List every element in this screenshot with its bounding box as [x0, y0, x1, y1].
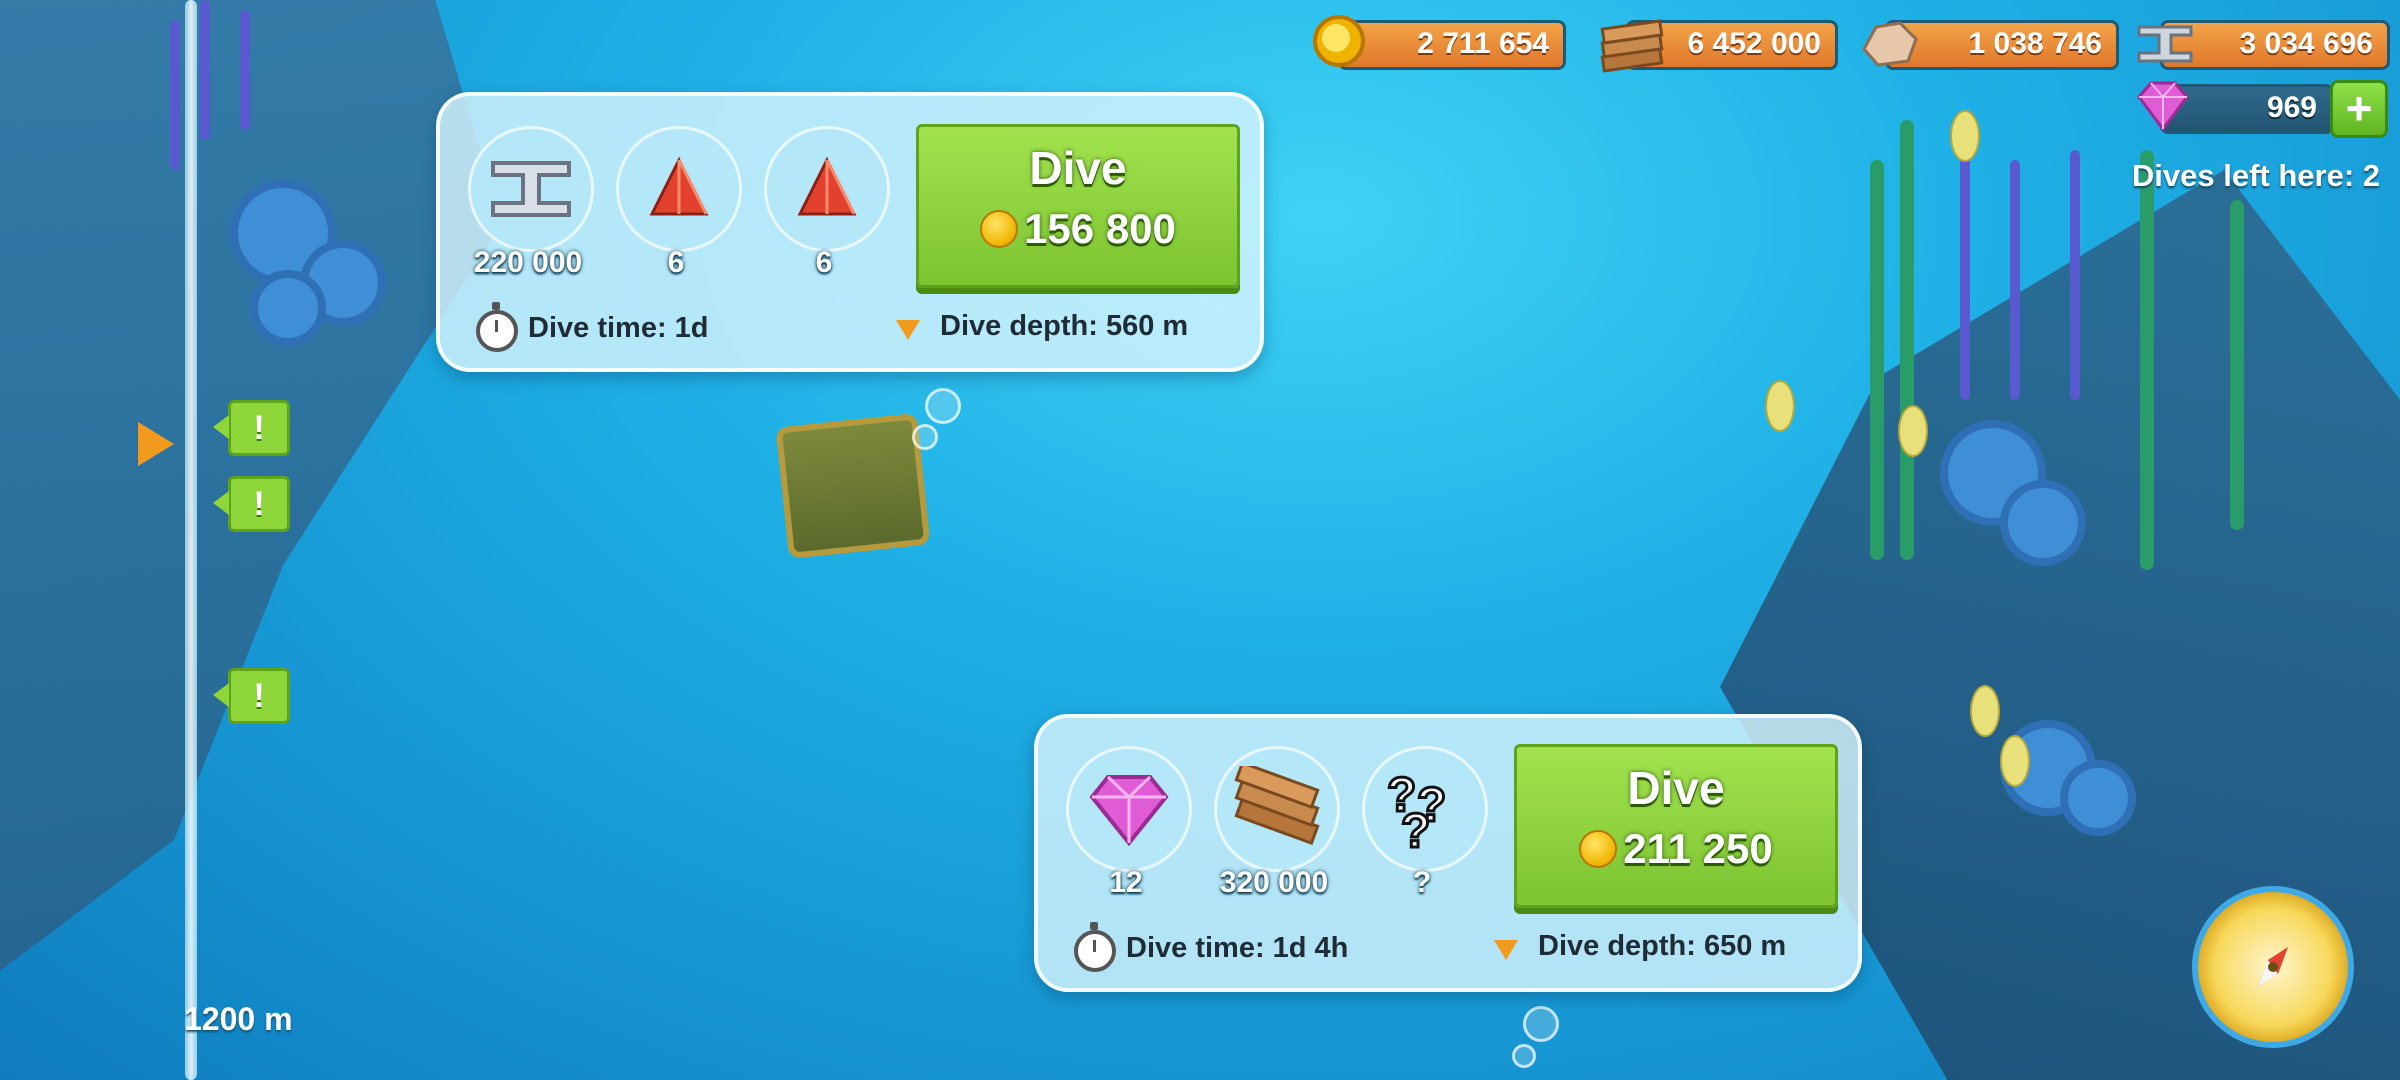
coin-icon: [1309, 9, 1379, 79]
wood-counter[interactable]: 6 452 000: [1600, 19, 1838, 73]
fish: [1898, 405, 1928, 457]
compass-button[interactable]: [2192, 886, 2354, 1048]
reward-slot: [1066, 746, 1192, 872]
reward-amount: 320 000: [1219, 866, 1329, 899]
dive-time: Dive time: 1d 4h: [1126, 932, 1349, 964]
bubble: [1523, 1006, 1559, 1042]
reward-slot: [468, 126, 594, 252]
depth-triangle-icon: [1494, 940, 1518, 960]
dives-left-text: Dives left here: 2: [2131, 158, 2380, 193]
steel-counter[interactable]: 3 034 696: [2137, 20, 2390, 70]
dive-marker-exclamation-icon[interactable]: !: [213, 668, 290, 724]
dive-panel-1: 220 000 6 6 Dive 156 800 Dive time: 1d D…: [436, 92, 1264, 372]
reward-amount: 220 000: [473, 246, 583, 279]
reward-slot: ? ? ?: [1362, 746, 1488, 872]
dive-panel-2: 12 320 000 ? ? ? ? Dive 211 250 Dive tim…: [1034, 714, 1862, 992]
coral: [2000, 480, 2086, 566]
dive-cost-value: 211 250: [1623, 825, 1773, 872]
depth-gauge: [185, 0, 197, 1080]
coins-counter[interactable]: 2 711 654: [1313, 15, 1566, 70]
dive-button[interactable]: Dive 156 800: [916, 124, 1240, 288]
fish: [1765, 380, 1795, 432]
coin-icon: [980, 210, 1019, 248]
fish: [1970, 685, 2000, 737]
wood-planks-icon: [1234, 766, 1320, 846]
reward-amount: 6: [815, 246, 833, 279]
dive-depth: Dive depth: 560 m: [940, 310, 1189, 342]
reward-slot: [764, 126, 890, 252]
reward-slot: [616, 126, 742, 252]
steel-beam-icon: [2131, 9, 2201, 79]
coins-value: 2 711 654: [1417, 27, 1549, 60]
seaweed: [2010, 160, 2020, 400]
reward-slot: [1214, 746, 1340, 872]
gems-counter[interactable]: 969: [2137, 81, 2334, 134]
seaweed: [2230, 200, 2244, 530]
coin-icon: [1579, 830, 1618, 868]
coral: [250, 270, 326, 346]
wood-planks-icon: [1597, 9, 1667, 79]
depth-triangle-icon: [896, 320, 920, 340]
seaweed: [2070, 150, 2080, 400]
dive-marker-exclamation-icon[interactable]: !: [213, 476, 290, 532]
stopwatch-icon: [1074, 922, 1116, 972]
seaweed: [2140, 150, 2154, 570]
dive-cost-value: 156 800: [1024, 205, 1176, 252]
add-gems-button[interactable]: +: [2330, 80, 2388, 138]
fish: [2000, 735, 2030, 787]
mystery-icon: ? ? ?: [1386, 768, 1448, 858]
seaweed: [1900, 120, 1914, 560]
seaweed: [240, 10, 250, 130]
dive-button[interactable]: Dive 211 250: [1514, 744, 1838, 908]
seaweed: [170, 20, 180, 170]
fish: [1950, 110, 1980, 162]
red-pyramid-icon: [797, 156, 857, 216]
reward-amount: 12: [1109, 866, 1143, 899]
red-pyramid-icon: [649, 156, 709, 216]
bubble: [912, 424, 938, 450]
dive-marker-exclamation-icon[interactable]: !: [213, 400, 290, 456]
bubble: [1512, 1044, 1536, 1068]
bubble: [925, 388, 961, 424]
stone-counter[interactable]: 1 038 746: [1862, 20, 2119, 70]
seaweed: [1870, 160, 1884, 560]
dive-time: Dive time: 1d: [528, 312, 709, 344]
depth-pointer-icon: [138, 422, 174, 466]
gem-icon: [1089, 775, 1169, 847]
svg-text:?: ?: [1401, 805, 1430, 857]
seaweed: [200, 0, 210, 140]
depth-label: 1200 m: [184, 1001, 293, 1037]
seaweed: [1960, 140, 1970, 400]
steel-value: 3 034 696: [2239, 27, 2373, 60]
dive-button-label: Dive: [1627, 762, 1725, 814]
dive-cost: 211 250: [1579, 825, 1773, 873]
reward-amount: 6: [667, 246, 685, 279]
dive-cost: 156 800: [980, 205, 1176, 253]
wood-value: 6 452 000: [1687, 27, 1821, 60]
steel-beam-icon: [491, 161, 571, 217]
coral: [2060, 760, 2136, 836]
stone-icon: [1856, 9, 1926, 79]
dive-depth: Dive depth: 650 m: [1538, 930, 1787, 962]
stopwatch-icon: [476, 302, 518, 352]
treasure-chest[interactable]: [775, 412, 931, 560]
compass-icon: [2258, 947, 2288, 987]
stone-value: 1 038 746: [1968, 27, 2102, 60]
reward-amount: ?: [1412, 866, 1432, 899]
gems-value: 969: [2266, 91, 2317, 124]
dive-button-label: Dive: [1029, 142, 1127, 194]
gem-icon: [2131, 73, 2201, 143]
